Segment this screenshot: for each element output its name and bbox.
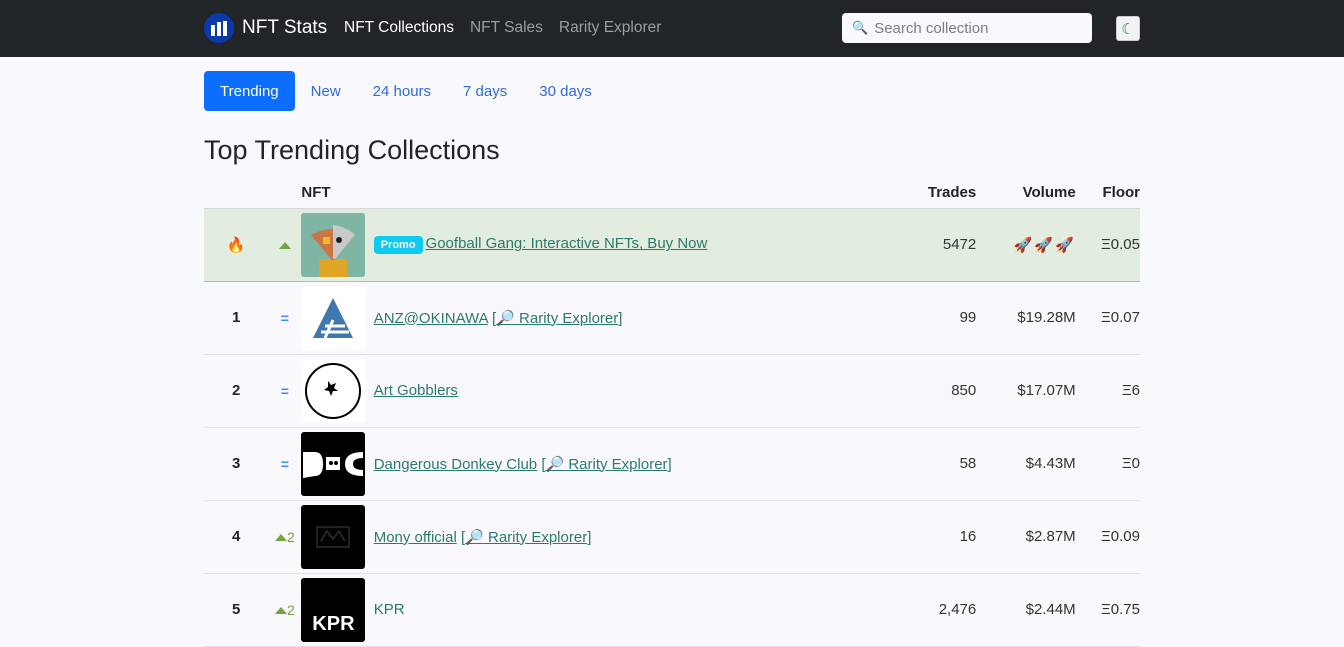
rank: 3	[204, 427, 269, 501]
collection-link[interactable]: KPR	[374, 601, 405, 618]
floor-value: Ξ0	[1075, 427, 1140, 501]
moon-icon: ☾	[1121, 20, 1135, 38]
collection-thumbnail[interactable]	[301, 212, 366, 277]
up-arrow-icon	[274, 607, 287, 615]
fire-icon: 🔥	[226, 236, 246, 254]
rank: 2	[204, 354, 269, 428]
header-nft: NFT	[301, 178, 856, 209]
table-row[interactable]: 3 = Dangerous Donkey Club [🔎 Rarity Expl…	[204, 427, 1140, 501]
header-volume[interactable]: Volume	[976, 178, 1076, 209]
rank-unchanged-icon: =	[280, 309, 289, 326]
trades-value: 16	[855, 500, 977, 574]
brand-name: NFT Stats	[242, 17, 328, 38]
period-tabs: Trending New 24 hours 7 days 30 days	[204, 71, 608, 111]
top-navbar: NFT Stats NFT Collections NFT Sales Rari…	[0, 0, 1344, 57]
floor-value: Ξ6	[1075, 354, 1140, 428]
search-icon: 🔍	[852, 20, 869, 35]
bar-chart-logo-icon	[204, 13, 234, 43]
table-row[interactable]: 5 2 KPR KPR 2,476 $2.44M Ξ0.75	[204, 573, 1140, 647]
magnifier-icon: 🔎	[465, 528, 484, 546]
collection-thumbnail[interactable]	[301, 358, 366, 423]
collection-thumbnail[interactable]	[301, 285, 366, 350]
collections-table: NFT Trades Volume Floor 🔥 Promo Goofball …	[204, 178, 1140, 647]
promo-row[interactable]: 🔥 Promo Goofball Gang: Interactive NFTs, …	[204, 208, 1140, 282]
brand[interactable]: NFT Stats	[204, 13, 327, 43]
trades-value: 850	[855, 354, 977, 428]
collection-thumbnail[interactable]	[301, 504, 366, 569]
trades-value: 58	[855, 427, 977, 501]
volume-value: $4.43M	[976, 427, 1076, 501]
rank: 5	[204, 573, 269, 647]
theme-toggle-button[interactable]: ☾	[1116, 16, 1140, 41]
nav-nft-collections[interactable]: NFT Collections	[344, 19, 454, 37]
floor-value: Ξ0.05	[1075, 208, 1140, 282]
tab-30-days[interactable]: 30 days	[523, 71, 608, 111]
table-row[interactable]: 2 = Art Gobblers 850 $17.07M Ξ6	[204, 354, 1140, 428]
table-row[interactable]: 1 = ANZ@OKINAWA [🔎 Rarity Explorer] 99 $…	[204, 281, 1140, 355]
volume-value: $2.44M	[976, 573, 1076, 647]
volume-value: $2.87M	[976, 500, 1076, 574]
floor-value: Ξ0.09	[1075, 500, 1140, 574]
nav-nft-sales[interactable]: NFT Sales	[470, 19, 543, 37]
volume-value: $19.28M	[976, 281, 1076, 355]
rarity-explorer-link[interactable]: 🔎 Rarity Explorer	[465, 529, 587, 546]
promo-badge: Promo	[373, 235, 423, 254]
collection-link[interactable]: Goofball Gang: Interactive NFTs, Buy Now	[426, 235, 708, 252]
collection-link[interactable]: Mony official	[374, 529, 457, 546]
tab-24-hours[interactable]: 24 hours	[357, 71, 447, 111]
volume-value: $17.07M	[976, 354, 1076, 428]
collection-link[interactable]: Dangerous Donkey Club	[374, 456, 537, 473]
collection-link[interactable]: ANZ@OKINAWA	[374, 310, 488, 327]
rarity-explorer-link[interactable]: 🔎 Rarity Explorer	[496, 310, 618, 327]
tab-trending[interactable]: Trending	[204, 71, 295, 111]
rank: 1	[204, 281, 269, 355]
rank-change: 2	[286, 528, 295, 545]
floor-value: Ξ0.75	[1075, 573, 1140, 647]
rank-unchanged-icon: =	[280, 455, 289, 472]
collection-thumbnail[interactable]	[301, 431, 366, 496]
floor-value: Ξ0.07	[1075, 281, 1140, 355]
tab-7-days[interactable]: 7 days	[447, 71, 523, 111]
header-trades[interactable]: Trades	[855, 178, 977, 209]
table-row[interactable]: 4 2 Mony official [🔎 Rarity Explorer] 16…	[204, 500, 1140, 574]
rank-change: 2	[286, 601, 295, 618]
trades-value: 99	[855, 281, 977, 355]
trades-value: 5472	[855, 208, 977, 282]
rocket-icons: 🚀🚀🚀	[976, 208, 1076, 282]
collection-thumbnail[interactable]: KPR	[301, 577, 366, 642]
trades-value: 2,476	[855, 573, 977, 647]
header-floor[interactable]: Floor	[1075, 178, 1140, 209]
page-title: Top Trending Collections	[204, 135, 500, 165]
rarity-explorer-link[interactable]: 🔎 Rarity Explorer	[545, 456, 667, 473]
search-input[interactable]	[874, 19, 1075, 37]
magnifier-icon: 🔎	[545, 455, 565, 473]
table-header: NFT Trades Volume Floor	[204, 178, 1140, 209]
collection-link[interactable]: Art Gobblers	[374, 382, 458, 399]
search-box[interactable]: 🔍	[842, 13, 1092, 43]
up-arrow-icon	[278, 242, 291, 250]
tab-new[interactable]: New	[295, 71, 357, 111]
up-arrow-icon	[274, 534, 287, 542]
rank-unchanged-icon: =	[280, 382, 289, 399]
magnifier-icon: 🔎	[496, 309, 515, 327]
rank: 4	[204, 500, 269, 574]
nav-rarity-explorer[interactable]: Rarity Explorer	[559, 19, 662, 37]
